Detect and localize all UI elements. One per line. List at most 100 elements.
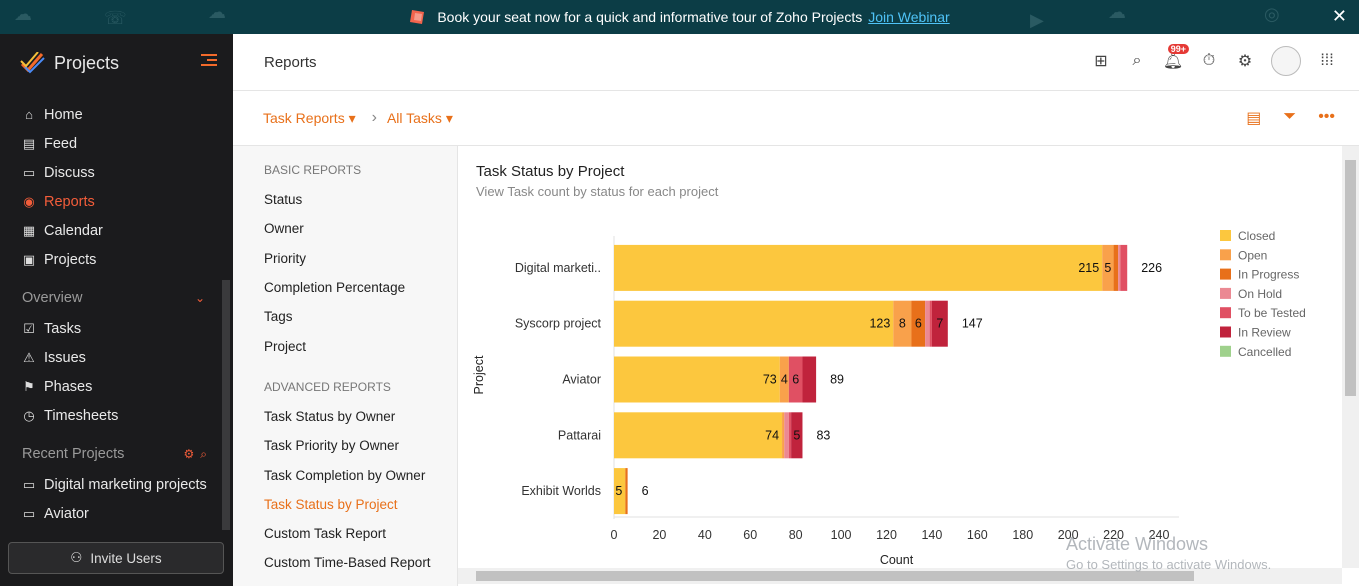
sidebar-item-reports[interactable]: ◉ Reports xyxy=(0,187,233,216)
timer-icon[interactable]: ⏱ xyxy=(1191,46,1227,76)
avatar[interactable] xyxy=(1271,46,1301,76)
invite-users-label: Invite Users xyxy=(90,550,162,566)
y-tick-label: Digital marketi.. xyxy=(515,261,601,275)
legend-swatch xyxy=(1220,268,1231,280)
x-tick-label: 140 xyxy=(921,528,942,542)
sidebar-item-issues[interactable]: ⚠ Issues xyxy=(0,343,233,372)
bell-icon[interactable]: 🔔︎ 99+ xyxy=(1155,44,1191,76)
data-label: 5 xyxy=(793,428,800,442)
data-label: 5 xyxy=(1104,261,1111,275)
advanced-reports-heading: ADVANCED REPORTS xyxy=(264,379,391,394)
legend-swatch xyxy=(1220,249,1231,261)
bar-segment xyxy=(784,412,789,459)
sidebar-item-label: Aviator xyxy=(44,505,89,522)
bar-segment xyxy=(788,412,792,459)
report-item-owner[interactable]: Owner xyxy=(264,214,457,243)
sidebar-item-discuss[interactable]: ▭ Discuss xyxy=(0,158,233,187)
sidebar-item-recent-aviator[interactable]: ▭ Aviator xyxy=(0,499,233,528)
legend-swatch xyxy=(1220,345,1231,357)
chevron-down-icon[interactable]: ⌄ xyxy=(195,291,205,305)
task-reports-dropdown[interactable]: Task Reports ▾ xyxy=(263,110,356,127)
legend-swatch xyxy=(1220,326,1231,338)
add-icon[interactable]: ⊞ xyxy=(1083,46,1119,76)
overview-section-header[interactable]: Overview ⌄ xyxy=(0,282,233,314)
discuss-icon: ▭ xyxy=(22,164,36,180)
total-label: 83 xyxy=(816,428,830,442)
sidebar-item-home[interactable]: ⌂ Home xyxy=(0,100,233,129)
sidebar-item-feed[interactable]: ▤ Feed xyxy=(0,129,233,158)
filter-and-search-icon[interactable]: ⚙⌕ xyxy=(184,447,213,462)
total-label: 6 xyxy=(642,484,649,498)
sidebar-item-timesheets[interactable]: ◷ Timesheets xyxy=(0,401,233,430)
data-label: 123 xyxy=(869,317,890,331)
timesheets-icon: ◷ xyxy=(23,407,35,423)
chart-type-icon[interactable]: ▤ xyxy=(1246,108,1261,128)
x-tick-label: 20 xyxy=(652,528,666,542)
data-label: 4 xyxy=(781,373,788,387)
chart-pane: Task Status by Project View Task count b… xyxy=(458,146,1342,568)
report-item-custom-task-report[interactable]: Custom Task Report xyxy=(264,519,457,548)
data-label: 8 xyxy=(899,317,906,331)
sidebar-item-recent-digital-marketing[interactable]: ▭ Digital marketing projects xyxy=(0,470,233,499)
sidebar-item-label: Calendar xyxy=(44,222,103,239)
report-item-completion-percentage[interactable]: Completion Percentage xyxy=(264,273,457,302)
sidebar-item-label: Timesheets xyxy=(44,407,119,424)
x-tick-label: 160 xyxy=(967,528,988,542)
report-item-status[interactable]: Status xyxy=(264,185,457,214)
data-label: 215 xyxy=(1078,261,1099,275)
more-options-icon[interactable]: ••• xyxy=(1318,108,1335,128)
watermark-line1: Activate Windows xyxy=(1066,534,1209,554)
invite-users-button[interactable]: ⚇ Invite Users xyxy=(8,542,224,574)
report-toolbar: Task Reports ▾ › All Tasks ▾ ▤ ⏷ ••• xyxy=(233,91,1359,146)
x-tick-label: 40 xyxy=(698,528,712,542)
report-item-tags[interactable]: Tags xyxy=(264,302,457,331)
sidebar-item-phases[interactable]: ⚑ Phases xyxy=(0,372,233,401)
all-tasks-label: All Tasks xyxy=(386,109,442,126)
all-tasks-dropdown[interactable]: All Tasks ▾ xyxy=(387,110,453,127)
sidebar-item-tasks[interactable]: ☑ Tasks xyxy=(0,314,233,343)
join-webinar-link[interactable]: Join Webinar xyxy=(868,9,949,25)
close-icon[interactable]: ✕ xyxy=(1332,6,1347,27)
report-item-task-priority-by-owner[interactable]: Task Priority by Owner xyxy=(264,431,457,460)
bar-segment xyxy=(1120,244,1128,291)
bar-segment xyxy=(614,412,783,459)
gear-icon[interactable]: ⚙ xyxy=(1227,46,1263,76)
data-label: 6 xyxy=(792,373,799,387)
chevron-right-icon: › xyxy=(371,109,377,126)
search-icon[interactable]: ⌕ xyxy=(1119,46,1155,76)
projects-icon: ▣ xyxy=(22,251,36,267)
report-item-priority[interactable]: Priority xyxy=(264,244,457,273)
y-tick-label: Syscorp project xyxy=(515,317,602,331)
apps-grid-icon[interactable]: ⁞⁞⁞ xyxy=(1309,46,1345,76)
page-header: Reports ⊞ ⌕ 🔔︎ 99+ ⏱ ⚙ ⁞⁞⁞ xyxy=(233,34,1359,91)
sidebar-scrollbar[interactable] xyxy=(222,280,230,530)
legend-label: On Hold xyxy=(1238,287,1282,301)
sidebar: Projects ⌂ Home ▤ Feed ▭ Discuss ◉ Reports ▦… xyxy=(0,34,233,586)
filter-icon[interactable]: ⏷ xyxy=(1283,108,1296,128)
legend-swatch xyxy=(1220,307,1231,319)
legend-label: In Review xyxy=(1238,326,1291,340)
add-user-icon: ⚇ xyxy=(70,550,83,565)
report-item-task-completion-by-owner[interactable]: Task Completion by Owner xyxy=(264,460,457,489)
report-item-task-status-by-owner[interactable]: Task Status by Owner xyxy=(264,402,457,431)
data-label: 74 xyxy=(765,428,779,442)
banner-decoration-icon: ☁ xyxy=(14,4,32,24)
legend-label: In Progress xyxy=(1238,268,1299,282)
x-tick-label: 80 xyxy=(789,528,803,542)
bar-segment xyxy=(802,356,817,403)
legend-swatch xyxy=(1220,287,1231,299)
y-tick-label: Exhibit Worlds xyxy=(521,484,601,498)
sidebar-item-projects[interactable]: ▣ Projects xyxy=(0,245,233,274)
vertical-scrollbar[interactable] xyxy=(1342,146,1359,568)
report-item-task-status-by-project[interactable]: Task Status by Project xyxy=(264,490,457,519)
brand[interactable]: Projects xyxy=(0,34,233,92)
bar-segment xyxy=(925,300,930,347)
report-item-custom-time-based-report[interactable]: Custom Time-Based Report xyxy=(264,548,457,577)
hamburger-menu-icon[interactable] xyxy=(201,54,217,68)
sidebar-item-label: Reports xyxy=(44,193,95,210)
report-item-project[interactable]: Project xyxy=(264,331,457,360)
sidebar-item-calendar[interactable]: ▦ Calendar xyxy=(0,216,233,245)
horizontal-scrollbar-thumb[interactable] xyxy=(476,571,1194,581)
vertical-scrollbar-thumb[interactable] xyxy=(1345,160,1356,396)
total-label: 226 xyxy=(1141,261,1162,275)
